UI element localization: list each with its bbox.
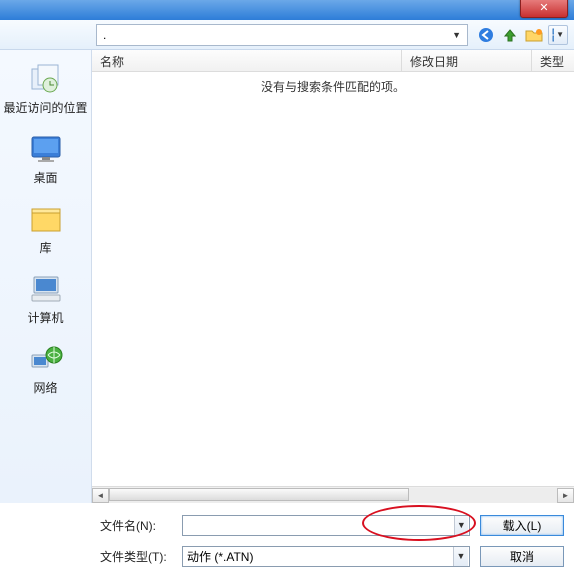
empty-message: 没有与搜索条件匹配的项。: [92, 72, 574, 95]
toolbar-spacer: [6, 20, 96, 50]
filetype-value: 动作 (*.ATN): [187, 548, 453, 565]
close-button[interactable]: ✕: [520, 0, 568, 18]
network-icon: [27, 342, 65, 376]
chevron-down-icon: ▼: [452, 30, 461, 40]
sidebar-item-label: 桌面: [33, 169, 57, 186]
chevron-down-icon[interactable]: ▼: [453, 547, 468, 566]
libraries-icon: [27, 202, 65, 236]
scroll-left-button[interactable]: ◄: [92, 488, 109, 503]
load-button[interactable]: 载入(L): [480, 515, 564, 536]
filename-label: 文件名(N):: [100, 517, 182, 534]
column-header-name[interactable]: 名称: [92, 50, 402, 71]
path-text: .: [103, 28, 106, 42]
sidebar-item-desktop[interactable]: 桌面: [0, 126, 91, 196]
sidebar-item-label: 最近访问的位置: [3, 99, 87, 116]
sidebar-item-label: 库: [39, 239, 51, 256]
sidebar-item-computer[interactable]: 计算机: [0, 266, 91, 336]
file-list[interactable]: 没有与搜索条件匹配的项。: [92, 72, 574, 486]
views-icon: [552, 28, 554, 42]
sidebar-item-libraries[interactable]: 库: [0, 196, 91, 266]
filename-combobox[interactable]: ▼: [182, 515, 470, 536]
scroll-thumb[interactable]: [109, 488, 409, 501]
views-button[interactable]: ▼: [548, 25, 568, 45]
up-icon: [502, 27, 518, 43]
title-bar: ✕: [0, 0, 574, 20]
horizontal-scrollbar[interactable]: ◄ ►: [92, 486, 574, 503]
up-button[interactable]: [500, 25, 520, 45]
new-folder-button[interactable]: [524, 25, 544, 45]
desktop-icon: [27, 132, 65, 166]
back-button[interactable]: [476, 25, 496, 45]
places-sidebar: 最近访问的位置 桌面 库 计算机 网络: [0, 50, 92, 503]
column-header-date[interactable]: 修改日期: [402, 50, 532, 71]
sidebar-item-label: 计算机: [27, 309, 63, 326]
back-icon: [478, 27, 494, 43]
chevron-down-icon: ▼: [556, 30, 564, 39]
sidebar-item-recent[interactable]: 最近访问的位置: [0, 56, 91, 126]
sidebar-item-label: 网络: [33, 379, 57, 396]
sidebar-item-network[interactable]: 网络: [0, 336, 91, 406]
nav-icons: ▼: [476, 25, 568, 45]
computer-icon: [27, 272, 65, 306]
scroll-right-button[interactable]: ►: [557, 488, 574, 503]
filetype-label: 文件类型(T):: [100, 548, 182, 565]
path-combobox[interactable]: . ▼: [96, 24, 468, 46]
column-headers: 名称 修改日期 类型: [92, 50, 574, 72]
close-icon: ✕: [539, 2, 548, 14]
filename-input[interactable]: [187, 519, 454, 533]
file-list-panel: 名称 修改日期 类型 没有与搜索条件匹配的项。 ◄ ►: [92, 50, 574, 503]
chevron-down-icon[interactable]: ▼: [454, 516, 468, 535]
new-folder-icon: [525, 27, 543, 43]
column-header-type[interactable]: 类型: [532, 50, 574, 71]
scroll-track[interactable]: [109, 488, 557, 503]
toolbar: . ▼ ▼: [0, 20, 574, 50]
dialog-footer: 文件名(N): ▼ 载入(L) 文件类型(T): 动作 (*.ATN) ▼ 取消: [0, 503, 574, 575]
recent-places-icon: [27, 62, 65, 96]
